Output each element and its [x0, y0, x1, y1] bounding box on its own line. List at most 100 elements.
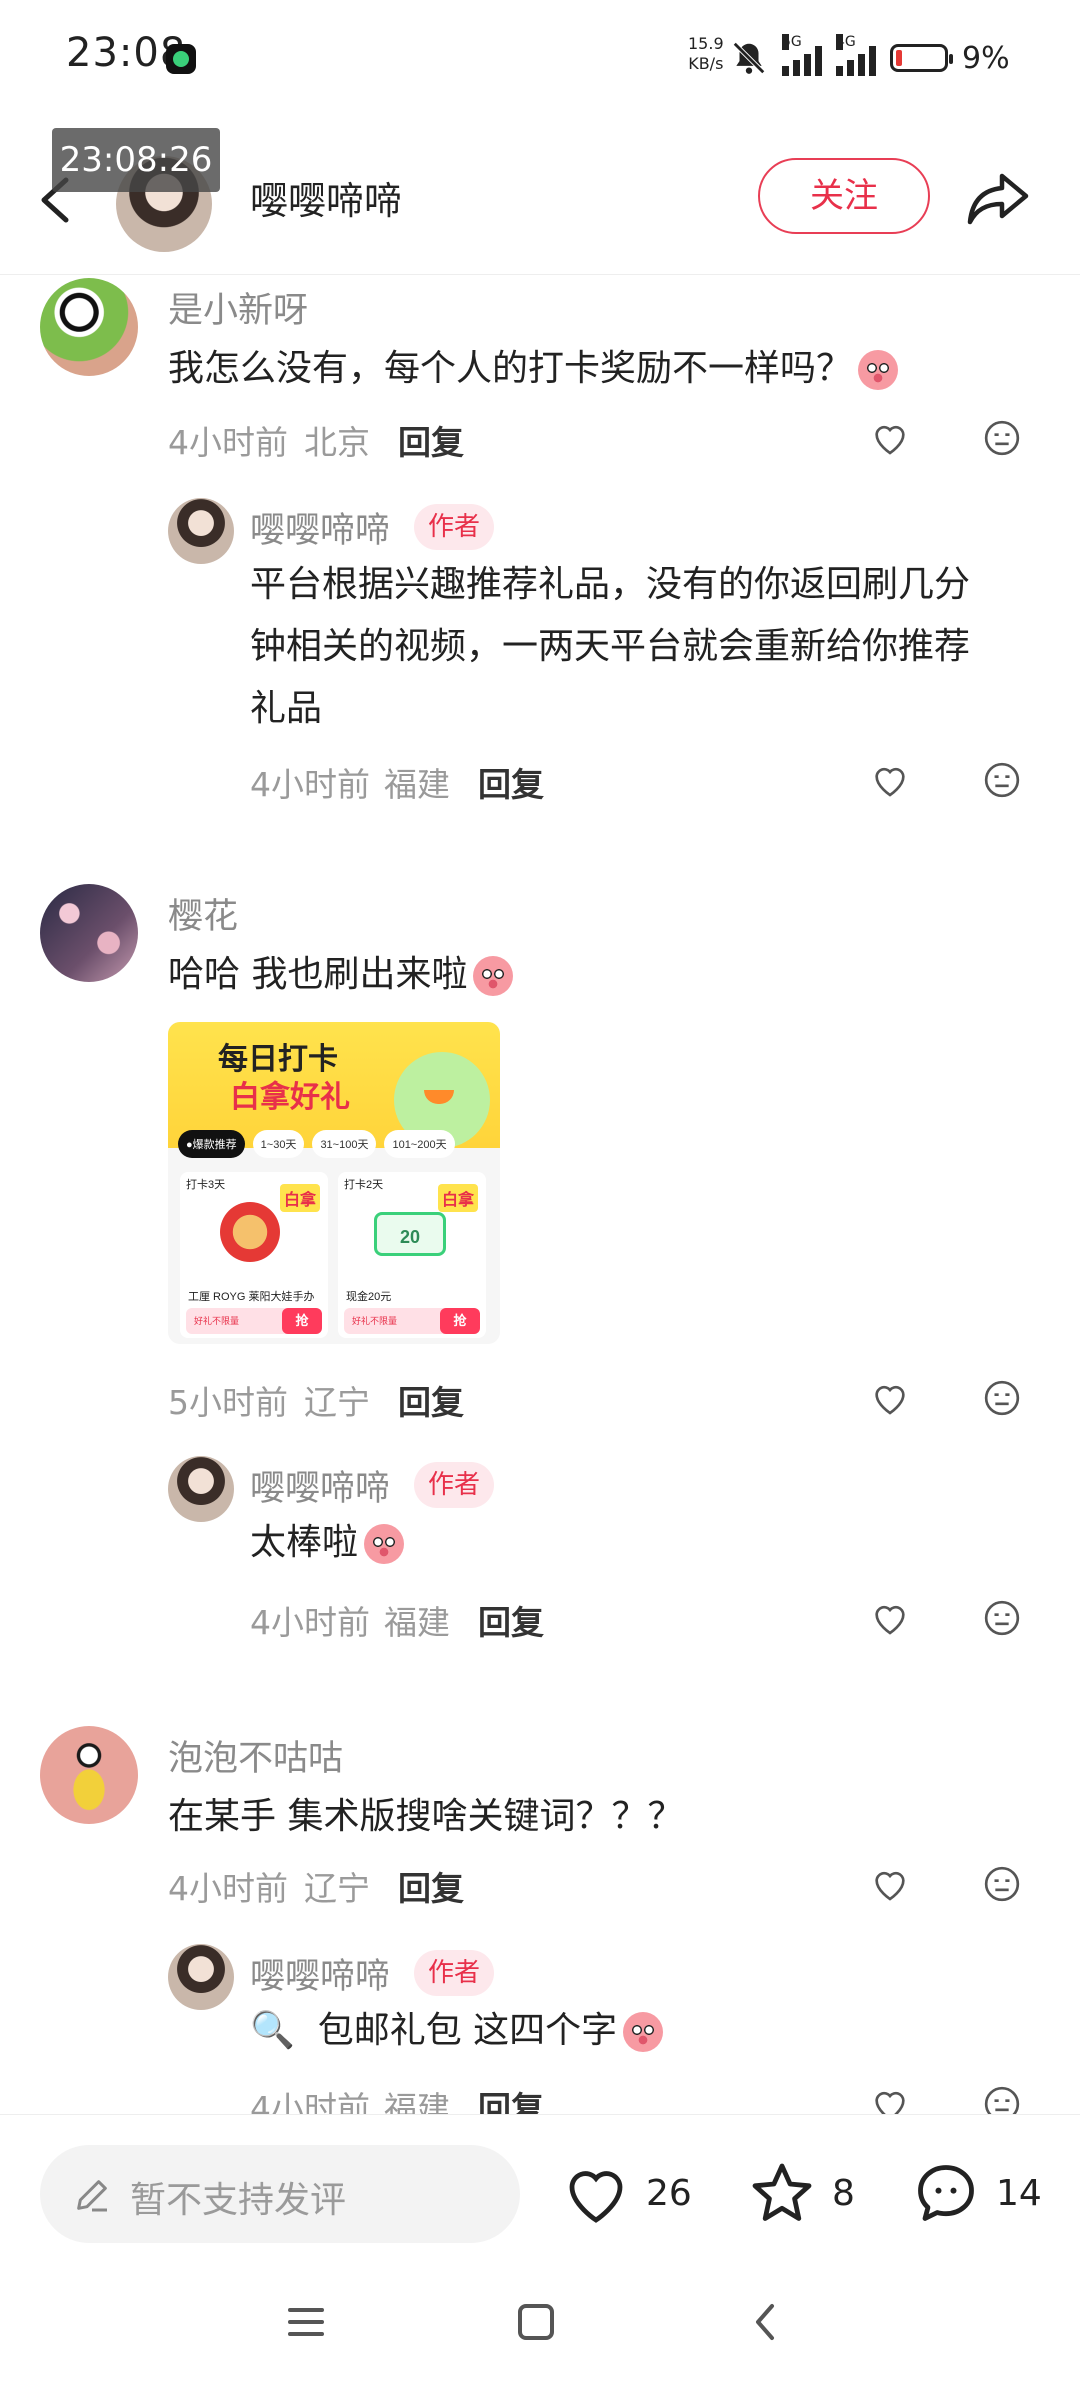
- promo-tabs: ●爆款推荐 1~30天 31~100天 101~200天: [178, 1130, 455, 1158]
- comment-image[interactable]: 每日打卡 白拿好礼 ●爆款推荐 1~30天 31~100天 101~200天 打…: [168, 1022, 500, 1344]
- back-triangle-icon[interactable]: [736, 2292, 796, 2352]
- promo-tab: 1~30天: [252, 1130, 305, 1158]
- comment-list[interactable]: 是小新呀 我怎么没有，每个人的打卡奖励不一样吗？ 4小时前 北京 回复 嘤嘤啼啼…: [0, 274, 1080, 2114]
- reply-text: 太棒啦: [250, 1512, 405, 1574]
- author-name[interactable]: 嘤嘤啼啼: [250, 170, 402, 225]
- promo-subtitle: 白拿好礼: [230, 1081, 350, 1114]
- battery-icon: [890, 44, 953, 72]
- comment-text-content: 我怎么没有，每个人的打卡奖励不一样吗？: [168, 348, 853, 389]
- reply-location: 福建: [384, 765, 450, 804]
- comment-location: 辽宁: [304, 1383, 370, 1422]
- comment-input-placeholder: 暂不支持发评: [130, 2180, 347, 2221]
- star-icon: [752, 2163, 812, 2221]
- favorite-count: 8: [832, 2172, 855, 2214]
- comment-text-content: 哈哈 我也刷出来啦: [168, 954, 468, 995]
- author-tag: 作者: [414, 504, 495, 550]
- heart-icon[interactable]: [870, 2084, 910, 2114]
- signal-4g-icon: 4G: [836, 34, 876, 76]
- commenter-name[interactable]: 是小新呀: [168, 282, 308, 333]
- status-icons: 5G 4G 9%: [730, 34, 1010, 80]
- signal-5g-label: 5G: [782, 34, 802, 50]
- pig-emoji-icon: [473, 956, 514, 996]
- network-speed-unit: KB/s: [688, 54, 724, 73]
- card-footer: 好礼不限量 抢: [186, 1308, 322, 1334]
- heart-icon: [569, 2171, 623, 2223]
- toy-image: [220, 1202, 280, 1262]
- like-count: 26: [646, 2172, 692, 2214]
- heart-icon[interactable]: [870, 1864, 910, 1904]
- card-day-label: 打卡2天: [344, 1179, 384, 1191]
- dislike-face-icon[interactable]: [982, 2084, 1022, 2114]
- reply-text-content: 太棒啦: [250, 1522, 359, 1563]
- pig-emoji-icon: [364, 1524, 405, 1564]
- reply-time: 4小时前: [250, 1603, 370, 1642]
- reply-button[interactable]: 回复: [398, 1862, 464, 1910]
- reply-author-name[interactable]: 嘤嘤啼啼: [250, 1460, 390, 1511]
- comment-time: 4小时前: [168, 423, 288, 462]
- comment-time: 5小时前: [168, 1383, 288, 1422]
- network-speed: 15.9 KB/s: [688, 34, 724, 74]
- commenter-avatar[interactable]: [40, 884, 138, 982]
- dislike-face-icon[interactable]: [982, 1378, 1022, 1418]
- commenter-avatar[interactable]: [40, 1726, 138, 1824]
- reply-button[interactable]: 回复: [478, 1596, 544, 1644]
- heart-icon[interactable]: [870, 760, 910, 800]
- dislike-face-icon[interactable]: [982, 418, 1022, 458]
- card-foot-text: 好礼不限量: [194, 1316, 240, 1326]
- menu-icon[interactable]: [276, 2292, 336, 2352]
- author-tag: 作者: [414, 1462, 495, 1508]
- reply-button[interactable]: 回复: [398, 416, 464, 464]
- favorite-button[interactable]: 8: [746, 2153, 855, 2233]
- pig-emoji-icon: [858, 350, 899, 390]
- comment-button[interactable]: 14: [910, 2153, 1042, 2233]
- reply-author-name[interactable]: 嘤嘤啼啼: [250, 502, 390, 553]
- dislike-face-icon[interactable]: [982, 1598, 1022, 1638]
- dislike-face-icon[interactable]: [982, 1864, 1022, 1904]
- reply-button[interactable]: 回复: [398, 1376, 464, 1424]
- dislike-face-icon[interactable]: [982, 760, 1022, 800]
- card-name: 工厘 ROYG 莱阳大娃手办: [188, 1291, 315, 1303]
- commenter-name[interactable]: 泡泡不咕咕: [168, 1730, 343, 1781]
- home-square-icon[interactable]: [506, 2292, 566, 2352]
- reply-location: 福建: [384, 2089, 450, 2114]
- author-tag: 作者: [414, 1950, 495, 1996]
- reply-text: 平台根据兴趣推荐礼品，没有的你返回刷几分 钟相关的视频，一两天平台就会重新给你推…: [250, 564, 971, 729]
- pencil-icon: [77, 2180, 107, 2212]
- cash-voucher: 20: [374, 1212, 446, 1256]
- card-grab-button: 抢: [440, 1308, 480, 1334]
- comment-time: 4小时前: [168, 1869, 288, 1908]
- timestamp-overlay: 23:08:26: [52, 128, 220, 192]
- bottom-action-bar: 暂不支持发评 26 8 14: [0, 2114, 1080, 2245]
- reply-avatar[interactable]: [168, 1456, 234, 1522]
- share-icon[interactable]: [966, 168, 1030, 228]
- reply-author-name[interactable]: 嘤嘤啼啼: [250, 1948, 390, 1999]
- pig-emoji-icon: [623, 2012, 664, 2052]
- promo-tab: 31~100天: [312, 1130, 377, 1158]
- heart-icon[interactable]: [870, 1598, 910, 1638]
- reply-avatar[interactable]: [168, 1944, 234, 2010]
- signal-4g-label: 4G: [836, 34, 856, 50]
- promo-card: 打卡3天 白拿 工厘 ROYG 莱阳大娃手办 好礼不限量 抢: [180, 1172, 328, 1338]
- card-grab-button: 抢: [282, 1308, 322, 1334]
- heart-icon[interactable]: [870, 1378, 910, 1418]
- comment-bubble-icon: [918, 2165, 974, 2221]
- card-footer: 好礼不限量 抢: [344, 1308, 480, 1334]
- follow-button[interactable]: 关注: [758, 158, 930, 234]
- reply-text: 🔍 包邮礼包 这四个字: [250, 2000, 664, 2062]
- heart-icon[interactable]: [870, 418, 910, 458]
- comment-input[interactable]: 暂不支持发评: [40, 2145, 520, 2243]
- reply-avatar[interactable]: [168, 498, 234, 564]
- reply-time: 4小时前: [250, 2089, 370, 2114]
- like-button[interactable]: 26: [560, 2153, 692, 2233]
- commenter-name[interactable]: 樱花: [168, 888, 238, 939]
- battery-percent: 9%: [962, 40, 1010, 76]
- reply-time: 4小时前: [250, 765, 370, 804]
- system-nav-bar: [0, 2244, 1080, 2400]
- reply-button[interactable]: 回复: [478, 2082, 544, 2114]
- promo-card: 打卡2天 20 白拿 现金20元 好礼不限量 抢: [338, 1172, 486, 1338]
- commenter-avatar[interactable]: [40, 278, 138, 376]
- comment-location: 北京: [304, 423, 370, 462]
- card-badge: 白拿: [437, 1184, 478, 1212]
- card-day-label: 打卡3天: [186, 1179, 226, 1191]
- reply-button[interactable]: 回复: [478, 758, 544, 806]
